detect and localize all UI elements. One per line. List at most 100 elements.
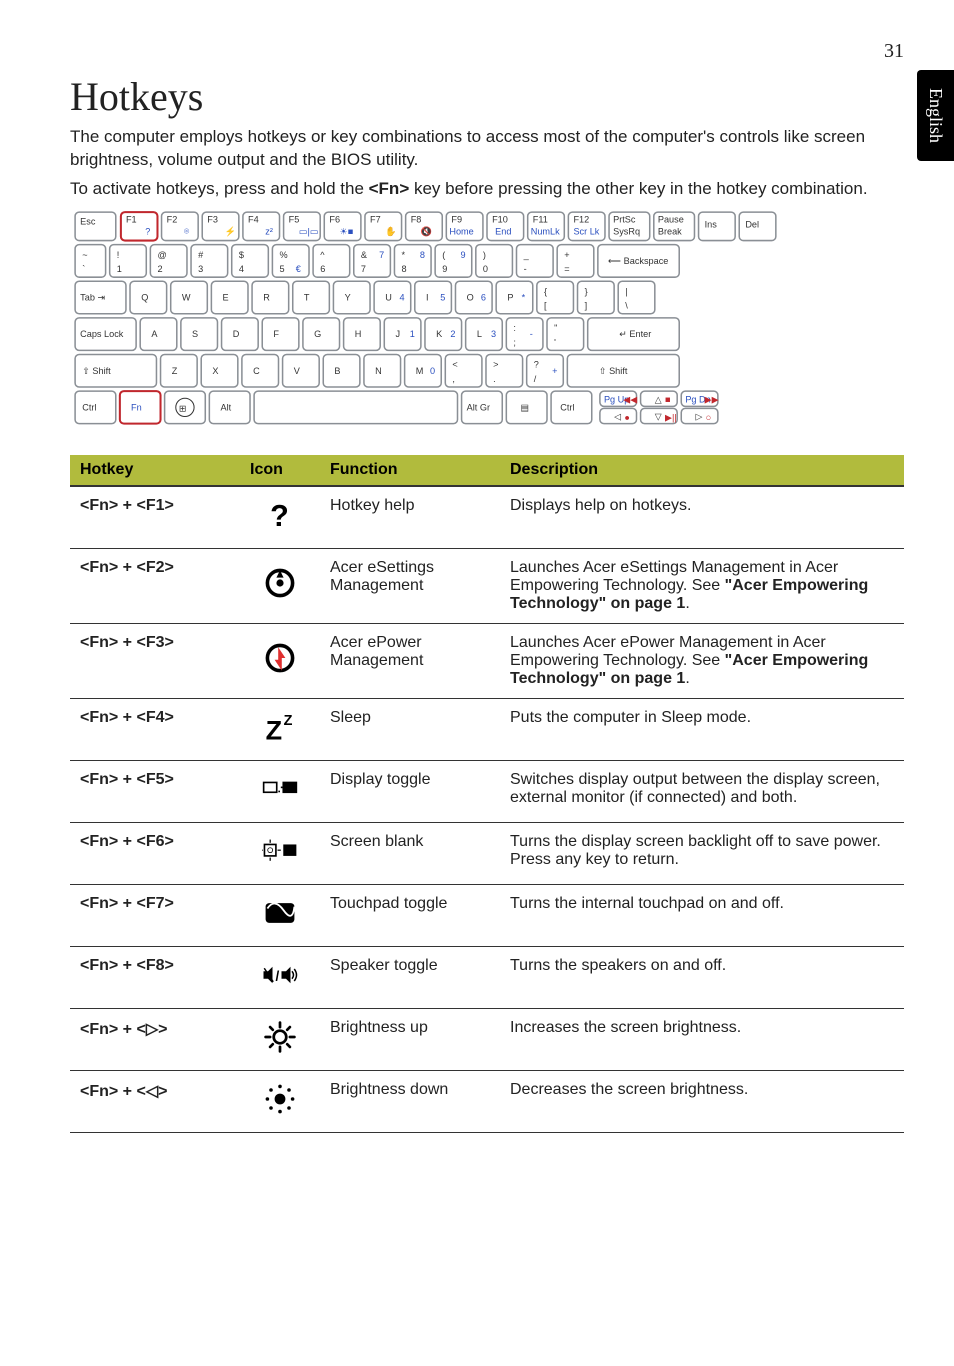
description-cell: Turns the display screen backlight off t… (500, 822, 904, 884)
svg-text:\: \ (625, 301, 628, 311)
page-title: Hotkeys (70, 73, 904, 120)
svg-text:": " (554, 323, 557, 333)
function-cell: Acer ePower Management (320, 623, 500, 698)
svg-text:]: ] (585, 301, 588, 311)
svg-text:Caps Lock: Caps Lock (80, 329, 124, 339)
svg-text:+: + (564, 250, 569, 260)
svg-text:3: 3 (491, 329, 496, 339)
svg-text:S: S (192, 329, 198, 339)
svg-text:F12: F12 (573, 214, 589, 224)
svg-text:6: 6 (481, 292, 486, 302)
svg-text:*: * (402, 250, 406, 260)
svg-text:K: K (436, 329, 442, 339)
description-cell: Displays help on hotkeys. (500, 486, 904, 549)
svg-text:1: 1 (117, 264, 122, 274)
svg-text:6: 6 (320, 264, 325, 274)
svg-text:z²: z² (265, 226, 273, 236)
description-cell: Launches Acer eSettings Management in Ac… (500, 548, 904, 623)
svg-text:Pause: Pause (658, 214, 684, 224)
hotkey-cell: <Fn> + <F5> (70, 760, 240, 822)
description-cell: Switches display output between the disp… (500, 760, 904, 822)
keyboard-diagram: .k { fill:#fff; stroke:#8a8f95; stroke-w… (70, 207, 904, 431)
svg-text:?: ? (270, 498, 289, 532)
hotkey-cell: <Fn> + <F7> (70, 884, 240, 946)
svg-text:-: - (530, 329, 533, 339)
svg-text:V: V (294, 366, 301, 376)
svg-text:⚡: ⚡ (225, 225, 236, 237)
svg-text:Ctrl: Ctrl (82, 402, 96, 412)
svg-text:F1: F1 (126, 214, 137, 224)
svg-text:T: T (304, 292, 310, 302)
svg-text:Home: Home (449, 226, 473, 236)
svg-text:Z: Z (284, 713, 293, 729)
svg-text:4: 4 (400, 292, 405, 302)
svg-text:F5: F5 (289, 214, 300, 224)
svg-text:F7: F7 (370, 214, 381, 224)
description-cell: Turns the speakers on and off. (500, 946, 904, 1008)
svg-text:▽: ▽ (655, 411, 662, 421)
svg-text:F4: F4 (248, 214, 259, 224)
svg-text:△: △ (655, 394, 662, 404)
svg-text:SysRq: SysRq (613, 226, 640, 236)
svg-text:_: _ (523, 250, 530, 260)
svg-text:8: 8 (402, 264, 407, 274)
svg-text:F3: F3 (207, 214, 218, 224)
svg-text:#: # (198, 250, 204, 260)
svg-text:B: B (334, 366, 340, 376)
svg-text:F: F (273, 329, 279, 339)
svg-text:0: 0 (430, 366, 435, 376)
icon-cell (240, 548, 320, 623)
svg-text:▶||: ▶|| (665, 412, 677, 422)
svg-text:NumLk: NumLk (531, 226, 560, 236)
svg-text:Del: Del (745, 219, 759, 229)
display-toggle-icon (262, 771, 298, 807)
table-row: <Fn> + <F3> Acer ePower Management Launc… (70, 623, 904, 698)
svg-text:[: [ (544, 301, 547, 311)
svg-text:◁: ◁ (614, 411, 621, 421)
svg-text:7: 7 (361, 264, 366, 274)
svg-text:⇧ Shift: ⇧ Shift (82, 366, 111, 376)
svg-text:=: = (564, 264, 569, 274)
description-cell: Launches Acer ePower Management in Acer … (500, 623, 904, 698)
table-row: <Fn> + <▷> Brightness up Increases the s… (70, 1008, 904, 1070)
table-row: <Fn> + <F2> Acer eSettings Management La… (70, 548, 904, 623)
hotkey-cell: <Fn> + <F1> (70, 486, 240, 549)
svg-text::: : (513, 323, 516, 333)
svg-text:4: 4 (239, 264, 244, 274)
svg-text:&: & (361, 250, 367, 260)
svg-text:Alt: Alt (221, 402, 232, 412)
svg-text:▭|▭: ▭|▭ (299, 226, 319, 236)
svg-text:○: ○ (706, 412, 712, 422)
svg-text:⊞: ⊞ (179, 403, 187, 413)
page-number: 31 (70, 40, 904, 63)
fn-key-label: <Fn> (369, 179, 410, 198)
speaker-toggle-icon: / (262, 957, 298, 993)
svg-text:▷: ▷ (695, 411, 702, 421)
svg-text:/: / (276, 968, 280, 983)
svg-text:1: 1 (410, 329, 415, 339)
table-row: <Fn> + <F8> / Speaker toggle Turns the s… (70, 946, 904, 1008)
svg-text:◀◀: ◀◀ (623, 394, 637, 404)
svg-text:A: A (151, 329, 158, 339)
svg-text:Scr Lk: Scr Lk (573, 226, 599, 236)
svg-text:●: ● (624, 412, 630, 422)
intro-paragraph-1: The computer employs hotkeys or key comb… (70, 126, 904, 172)
svg-text:5: 5 (440, 292, 445, 302)
svg-text:0: 0 (483, 264, 488, 274)
svg-text:`: ` (82, 264, 85, 274)
function-cell: Screen blank (320, 822, 500, 884)
svg-text:Alt Gr: Alt Gr (467, 402, 490, 412)
svg-text:⟵ Backspace: ⟵ Backspace (608, 256, 668, 266)
svg-text:;: ; (513, 337, 516, 347)
svg-text:Q: Q (141, 292, 148, 302)
svg-text:9: 9 (461, 250, 466, 260)
svg-text:3: 3 (198, 264, 203, 274)
svg-text:P: P (507, 292, 513, 302)
sleep-icon: ZZ (262, 709, 298, 745)
hotkey-cell: <Fn> + <◁> (70, 1070, 240, 1132)
function-cell: Sleep (320, 698, 500, 760)
svg-text:5: 5 (280, 264, 285, 274)
svg-text:J: J (395, 329, 400, 339)
hotkey-cell: <Fn> + <F8> (70, 946, 240, 1008)
svg-text:.: . (493, 374, 496, 384)
